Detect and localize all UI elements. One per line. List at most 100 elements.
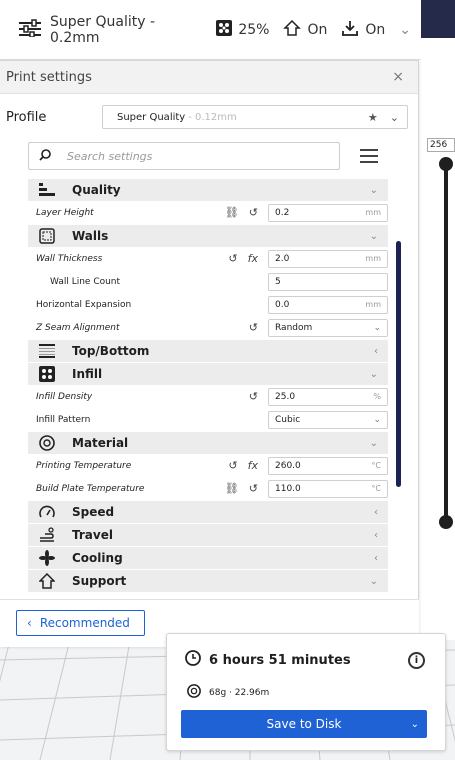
wall-line-count-input[interactable]: 5: [268, 272, 388, 291]
field-value: 5: [275, 276, 281, 287]
category-cooling[interactable]: Cooling ‹: [28, 546, 388, 569]
reset-icon[interactable]: ↺: [249, 482, 258, 495]
toolbar-support[interactable]: On: [283, 19, 327, 40]
layer-slider-top-handle[interactable]: [439, 157, 453, 171]
setting-label: Wall Thickness: [36, 253, 103, 264]
reset-icon[interactable]: ↺: [249, 321, 258, 334]
material-estimate-value: 68g · 22.96m: [209, 687, 270, 698]
chevron-down-icon: ⌄: [373, 322, 381, 333]
category-label: Material: [72, 436, 129, 450]
link-icon[interactable]: ⛓: [225, 206, 239, 219]
setting-infill-pattern: Infill Pattern Cubic ⌄: [28, 408, 388, 431]
layer-slider-track[interactable]: [444, 162, 448, 522]
recommended-button[interactable]: ‹ Recommended: [16, 610, 145, 636]
speed-gauge-icon: [36, 505, 58, 519]
chevron-down-icon[interactable]: ⌄: [411, 719, 419, 730]
chevron-down-icon: ⌄: [369, 230, 378, 242]
function-icon[interactable]: fx: [248, 459, 258, 472]
category-travel[interactable]: Travel ‹: [28, 523, 388, 546]
profile-select[interactable]: Super Quality - 0.12mm ★ ⌄: [102, 105, 408, 129]
setting-label: Z Seam Alignment: [36, 322, 120, 333]
category-quality[interactable]: Quality ⌄: [28, 178, 388, 201]
layer-height-input[interactable]: 0.2 mm: [268, 203, 388, 222]
category-infill[interactable]: Infill ⌄: [28, 362, 388, 385]
chevron-left-icon: ‹: [27, 616, 32, 630]
infill-pattern-select[interactable]: Cubic ⌄: [268, 410, 388, 429]
toolbar-profile-label: Super Quality - 0.2mm: [50, 13, 155, 46]
print-time: 6 hours 51 minutes: [185, 650, 351, 670]
toolbar-adhesion-value: On: [365, 21, 386, 38]
chevron-down-icon: ⌄: [369, 437, 378, 449]
star-icon[interactable]: ★: [368, 111, 378, 124]
print-temp-input[interactable]: 260.0 °C: [268, 456, 388, 475]
category-label: Quality: [72, 183, 121, 197]
travel-icon: [36, 527, 58, 543]
category-support[interactable]: Support ⌄: [28, 569, 388, 592]
setting-print-temp: Printing Temperature ↺ fx 260.0 °C: [28, 454, 388, 477]
category-label: Walls: [72, 229, 109, 243]
layer-number-input[interactable]: 256: [427, 138, 455, 152]
setting-label: Wall Line Count: [50, 276, 121, 287]
reset-icon[interactable]: ↺: [249, 206, 258, 219]
chevron-down-icon: ⌄: [369, 184, 378, 196]
chevron-down-icon[interactable]: ⌄: [399, 22, 411, 38]
category-label: Infill: [72, 367, 103, 381]
search-icon: [39, 148, 51, 164]
chevron-down-icon: ⌄: [389, 110, 399, 124]
chevron-down-icon: ⌄: [369, 368, 378, 380]
category-walls[interactable]: Walls ⌄: [28, 224, 388, 247]
quality-icon: [36, 183, 58, 197]
reset-icon[interactable]: ↺: [249, 390, 258, 403]
menu-icon[interactable]: [360, 145, 378, 167]
setting-label: Build Plate Temperature: [36, 483, 145, 494]
setting-horizontal-expansion: Horizontal Expansion 0.0 mm: [28, 293, 388, 316]
profile-label: Profile: [6, 109, 47, 125]
chevron-left-icon: ‹: [374, 345, 378, 357]
field-unit: mm: [365, 208, 381, 217]
chevron-left-icon: ‹: [374, 506, 378, 518]
infill-icon: [36, 366, 58, 382]
field-unit: °C: [371, 484, 381, 493]
walls-icon: [36, 228, 58, 244]
toolbar-adhesion[interactable]: On: [341, 20, 385, 40]
layer-slider-bottom-handle[interactable]: [439, 515, 453, 529]
horizontal-expansion-input[interactable]: 0.0 mm: [268, 295, 388, 314]
toolbar-infill[interactable]: 25%: [216, 19, 269, 40]
support-icon: [283, 19, 302, 40]
setting-wall-thickness: Wall Thickness ↺ fx 2.0 mm: [28, 247, 388, 270]
save-to-disk-button[interactable]: Save to Disk ⌄: [181, 710, 427, 738]
print-setup-toolbar[interactable]: Super Quality - 0.2mm 25% On On ⌄: [0, 0, 421, 60]
support-icon: [36, 573, 58, 589]
info-icon[interactable]: i: [408, 652, 425, 669]
infill-density-input[interactable]: 25.0%: [268, 387, 388, 406]
z-seam-select[interactable]: Random ⌄: [268, 318, 388, 337]
field-value: 0.2: [275, 207, 290, 218]
category-label: Speed: [72, 505, 115, 519]
material-estimate: 68g · 22.96m: [187, 684, 269, 701]
category-speed[interactable]: Speed ‹: [28, 500, 388, 523]
search-input[interactable]: Search settings: [28, 142, 340, 170]
field-value: 2.0: [275, 253, 290, 264]
settings-scrollbar[interactable]: [396, 241, 401, 487]
category-top-bottom[interactable]: Top/Bottom ‹: [28, 339, 388, 362]
function-icon[interactable]: fx: [248, 252, 258, 265]
toolbar-profile[interactable]: Super Quality - 0.2mm: [18, 14, 194, 46]
search-placeholder: Search settings: [67, 149, 153, 163]
field-unit: mm: [365, 254, 381, 263]
reset-icon[interactable]: ↺: [228, 459, 237, 472]
close-icon[interactable]: ×: [392, 69, 404, 85]
panel-header: Print settings ×: [0, 61, 418, 94]
category-label: Top/Bottom: [72, 344, 150, 358]
chevron-left-icon: ‹: [374, 552, 378, 564]
fan-icon: [36, 550, 58, 566]
profile-row: Profile Super Quality - 0.12mm ★ ⌄: [0, 94, 418, 140]
link-icon[interactable]: ⛓: [225, 482, 239, 495]
wall-thickness-input[interactable]: 2.0 mm: [268, 249, 388, 268]
reset-icon[interactable]: ↺: [228, 252, 237, 265]
setting-label: Infill Density: [36, 391, 93, 402]
field-unit: °C: [371, 461, 381, 470]
bed-temp-input[interactable]: 110.0 °C: [268, 479, 388, 498]
category-material[interactable]: Material ⌄: [28, 431, 388, 454]
chevron-down-icon: ⌄: [369, 575, 378, 587]
setting-infill-density: Infill Density ↺ 25.0%: [28, 385, 388, 408]
